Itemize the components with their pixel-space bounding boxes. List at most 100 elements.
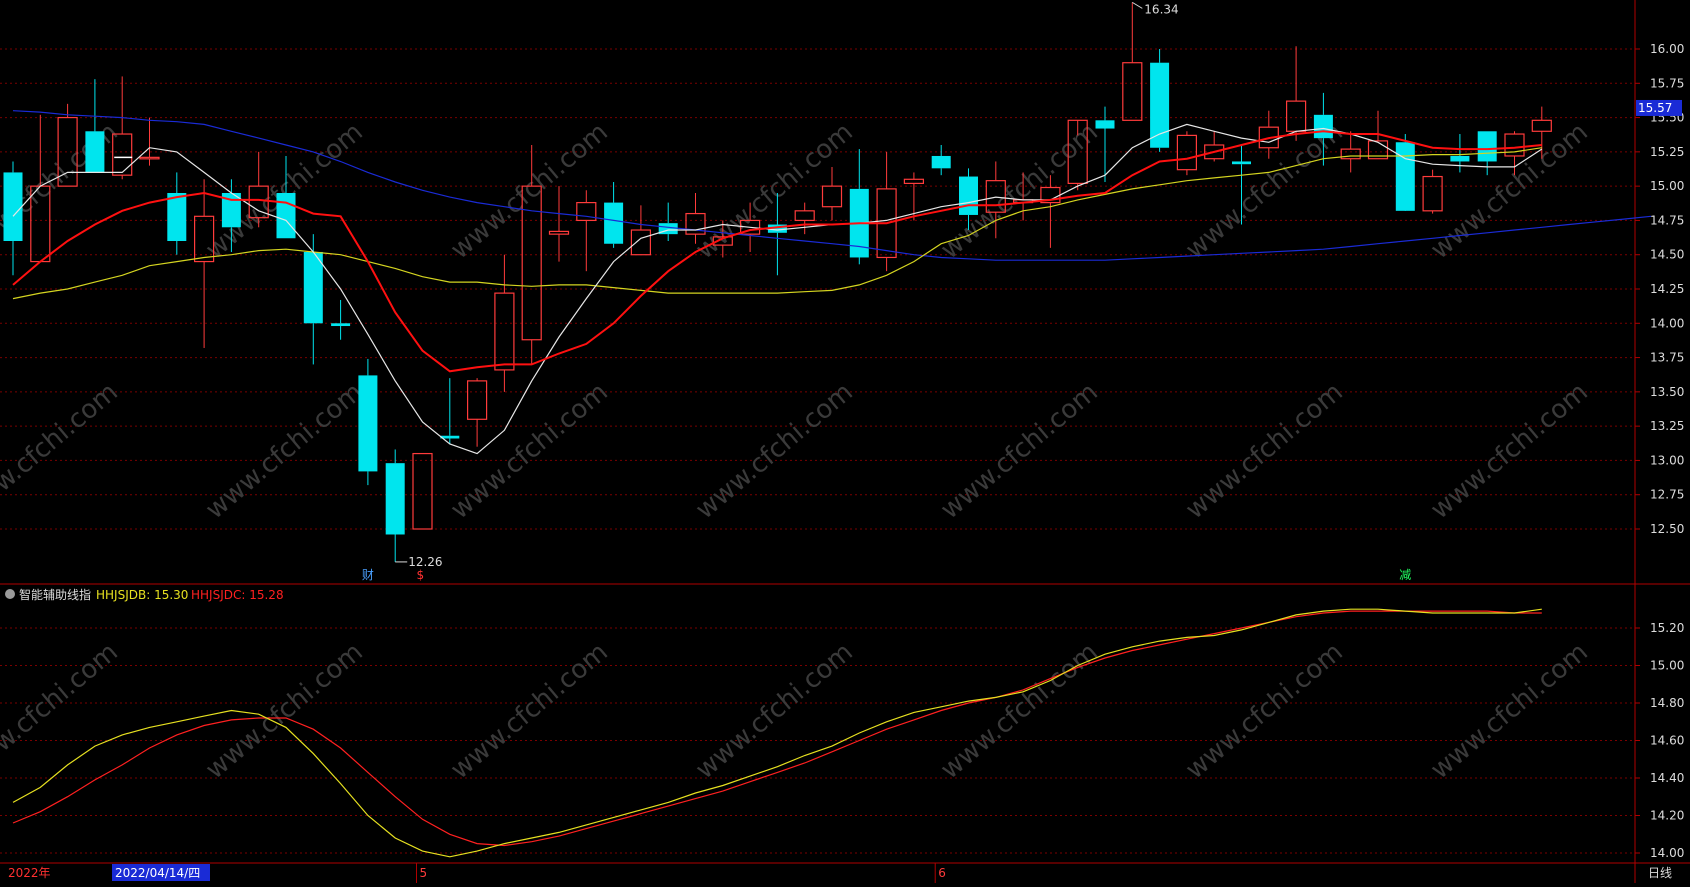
- watermark: www.cfchi.com: [690, 117, 859, 265]
- candle-body-down: [3, 172, 23, 241]
- month-label: 6: [938, 866, 946, 880]
- candle[interactable]: [1450, 134, 1470, 173]
- candle[interactable]: [412, 452, 433, 530]
- candle[interactable]: [440, 378, 460, 444]
- candle-body-down: [385, 463, 405, 535]
- candle[interactable]: [630, 205, 652, 256]
- candle-body-up: [1531, 119, 1552, 132]
- indicator-tick-label: 14.60: [1650, 734, 1684, 748]
- event-marker[interactable]: 减: [1399, 568, 1411, 582]
- candle[interactable]: [1122, 2, 1143, 121]
- price-tick-label: 14.00: [1650, 316, 1684, 330]
- collapse-icon[interactable]: [5, 589, 15, 599]
- candle[interactable]: [1285, 46, 1307, 141]
- candle-body-down: [604, 202, 624, 244]
- price-tick-label: 14.75: [1650, 213, 1684, 227]
- event-marker[interactable]: $: [417, 568, 425, 582]
- time-axis-bar: 2022年 2022/04/14/四 日线: [8, 864, 1672, 881]
- high-label-pointer: [1132, 1, 1143, 9]
- candle-body-up: [1422, 175, 1443, 212]
- candle-body-down: [276, 193, 296, 239]
- candle-body-down: [931, 155, 951, 169]
- candle[interactable]: [3, 161, 23, 276]
- candle[interactable]: [876, 151, 897, 272]
- last-price-value: 15.57: [1638, 101, 1672, 115]
- watermark: www.cfchi.com: [690, 377, 859, 525]
- candle[interactable]: [112, 76, 133, 180]
- watermark: www.cfchi.com: [1425, 637, 1594, 785]
- candle-body-up: [494, 292, 515, 371]
- price-tick-label: 16.00: [1650, 42, 1684, 56]
- candle[interactable]: [467, 378, 488, 447]
- price-tick-label: 12.50: [1650, 522, 1684, 536]
- candle[interactable]: [576, 190, 597, 272]
- month-label: 5: [420, 866, 428, 880]
- candle[interactable]: [604, 182, 624, 248]
- candle-body-up: [794, 210, 815, 222]
- hhjsjdb-label: HHJSJDB: 15.30: [96, 588, 188, 602]
- candle[interactable]: [194, 179, 215, 348]
- candle[interactable]: [658, 202, 678, 241]
- candle-body-down: [167, 193, 187, 241]
- price-axis: 16.0015.7515.5015.2515.0014.7514.5014.25…: [1635, 42, 1684, 536]
- hhjsjdc-label: HHJSJDC: 15.28: [191, 588, 284, 602]
- watermark: www.cfchi.com: [0, 377, 124, 525]
- price-tick-label: 15.00: [1650, 179, 1684, 193]
- low-price-label: 12.26: [408, 555, 442, 569]
- candle-body-up: [467, 380, 488, 420]
- candle[interactable]: [358, 358, 378, 486]
- price-tick-label: 12.75: [1650, 488, 1684, 502]
- price-tick-label: 15.75: [1650, 76, 1684, 90]
- candle-body-up: [1340, 148, 1361, 160]
- candle-body-down: [303, 251, 323, 324]
- price-tick-label: 13.75: [1650, 351, 1684, 365]
- watermark: www.cfchi.com: [445, 637, 614, 785]
- watermark: www.cfchi.com: [1425, 117, 1594, 265]
- candle[interactable]: [1176, 131, 1198, 176]
- indicator-name[interactable]: 智能辅助线指: [19, 587, 91, 602]
- candle[interactable]: [931, 145, 951, 176]
- candle-body-up: [903, 178, 925, 185]
- indicator-tick-label: 15.20: [1650, 621, 1684, 635]
- event-marker[interactable]: 财: [362, 568, 374, 582]
- candle[interactable]: [1204, 131, 1225, 162]
- candle[interactable]: [331, 299, 351, 340]
- price-tick-label: 14.25: [1650, 282, 1684, 296]
- candle-body-down: [959, 176, 978, 215]
- period-button-label[interactable]: 日线: [1648, 866, 1672, 880]
- candle[interactable]: [1395, 134, 1415, 211]
- candle[interactable]: [821, 166, 843, 221]
- candle[interactable]: [1150, 49, 1170, 152]
- candle-body-down: [85, 131, 105, 173]
- candle-body-down: [358, 375, 378, 472]
- candle-body-down: [1232, 161, 1251, 165]
- candle[interactable]: [303, 234, 323, 365]
- candle[interactable]: [548, 186, 570, 262]
- candle[interactable]: [385, 449, 405, 562]
- candle-body-up: [630, 229, 652, 256]
- candle-body-up: [548, 230, 570, 235]
- candle-body-up: [1285, 100, 1307, 132]
- candle-body-down: [1477, 131, 1497, 162]
- candle[interactable]: [1422, 169, 1443, 214]
- year-label: 2022年: [8, 866, 51, 880]
- watermark: www.cfchi.com: [200, 377, 369, 525]
- candle[interactable]: [139, 117, 160, 166]
- watermark: www.cfchi.com: [690, 637, 859, 785]
- period-button[interactable]: 日线: [1648, 866, 1672, 880]
- candle-body-down: [331, 323, 351, 327]
- price-tick-label: 14.50: [1650, 248, 1684, 262]
- indicator-tick-label: 14.40: [1650, 771, 1684, 785]
- watermark: www.cfchi.com: [935, 377, 1104, 525]
- indicator-tick-label: 14.20: [1650, 809, 1684, 823]
- candle[interactable]: [167, 172, 187, 255]
- indicator-tick-label: 14.80: [1650, 696, 1684, 710]
- candle-body-down: [1450, 155, 1470, 162]
- watermark: www.cfchi.com: [1180, 377, 1349, 525]
- month-labels: 56: [416, 863, 946, 883]
- high-price-label: 16.34: [1144, 2, 1178, 16]
- watermark: www.cfchi.com: [1425, 377, 1594, 525]
- candle[interactable]: [794, 202, 815, 235]
- chart-canvas[interactable]: www.cfchi.com www.cfchi.com www.cfchi.com w…: [0, 0, 1690, 883]
- last-price-tag: 15.57: [1636, 99, 1682, 116]
